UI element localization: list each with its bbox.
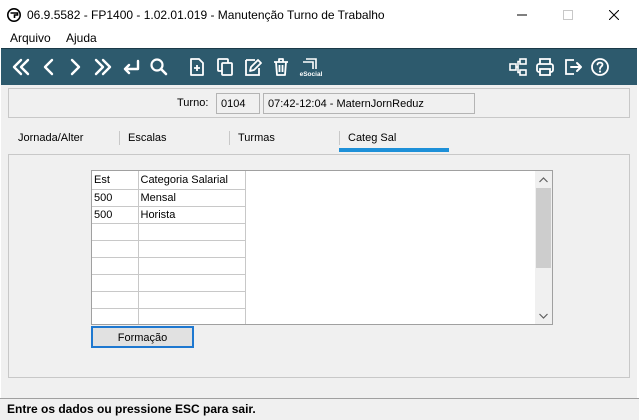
scroll-thumb[interactable] — [536, 188, 551, 268]
column-header-est: Est — [92, 171, 139, 190]
edit-button[interactable] — [241, 55, 265, 79]
status-message: Entre os dados ou pressione ESC para sai… — [7, 402, 256, 416]
esocial-label: eSocial — [300, 71, 323, 78]
title-bar: 06.9.5582 - FP1400 - 1.02.01.019 - Manut… — [0, 0, 639, 30]
chevron-up-icon — [539, 176, 548, 182]
tab-separator — [229, 131, 230, 145]
main-content: Turno: 0104 07:42-12:04 - MaternJornRedu… — [1, 85, 637, 398]
close-icon — [609, 10, 619, 20]
tab-bar: Jornada/Alter Escalas Turmas Categ Sal — [8, 130, 630, 154]
cell-categoria[interactable]: Horista — [138, 206, 246, 224]
categoria-salarial-grid[interactable]: Est Categoria Salarial 500 Mensal 500 Hori… — [91, 170, 553, 325]
table-row[interactable] — [92, 308, 246, 324]
cell-est[interactable]: 500 — [92, 189, 139, 207]
table-row[interactable] — [92, 257, 246, 275]
table-row[interactable] — [92, 240, 246, 258]
turno-panel: Turno: 0104 07:42-12:04 - MaternJornRedu… — [8, 88, 630, 118]
copy-icon — [217, 58, 233, 76]
cell-categoria[interactable] — [138, 274, 246, 292]
search-icon — [150, 58, 168, 76]
scroll-up-button[interactable] — [535, 171, 552, 188]
close-button[interactable] — [591, 0, 637, 30]
tab-separator — [119, 131, 120, 145]
cell-est[interactable]: 500 — [92, 206, 139, 224]
return-icon — [123, 59, 140, 75]
copy-button[interactable] — [213, 55, 237, 79]
active-tab-indicator — [339, 148, 449, 152]
esocial-button[interactable]: eSocial — [297, 55, 325, 79]
window-title: 06.9.5582 - FP1400 - 1.02.01.019 - Manut… — [27, 8, 385, 22]
first-record-icon — [12, 58, 30, 76]
previous-record-button[interactable] — [37, 55, 61, 79]
grid-table: Est Categoria Salarial 500 Mensal 500 Hori… — [92, 171, 246, 324]
tab-jornada-alter[interactable]: Jornada/Alter — [18, 130, 83, 152]
cell-categoria[interactable] — [138, 308, 246, 324]
status-bar: Entre os dados ou pressione ESC para sai… — [0, 398, 639, 420]
print-icon — [536, 58, 554, 76]
tab-separator — [339, 131, 340, 145]
new-document-button[interactable] — [185, 55, 209, 79]
next-record-button[interactable] — [63, 55, 87, 79]
esocial-icon: eSocial — [300, 58, 323, 78]
cell-categoria[interactable] — [138, 257, 246, 275]
turno-code-field[interactable]: 0104 — [216, 93, 260, 114]
tab-escalas[interactable]: Escalas — [128, 130, 167, 152]
turno-description-field: 07:42-12:04 - MaternJornReduz — [263, 93, 475, 114]
vertical-scrollbar[interactable] — [535, 171, 552, 324]
menu-ajuda[interactable]: Ajuda — [66, 31, 97, 45]
help-icon — [591, 58, 609, 76]
new-document-icon — [190, 58, 204, 76]
hierarchy-icon — [509, 58, 527, 76]
next-record-icon — [70, 58, 81, 76]
toolbar: eSocial — [1, 48, 637, 85]
last-record-button[interactable] — [91, 55, 115, 79]
minimize-button[interactable] — [499, 0, 545, 30]
cell-categoria[interactable] — [138, 223, 246, 241]
cell-est[interactable] — [92, 257, 139, 275]
table-row[interactable]: 500 Horista — [92, 206, 246, 224]
cell-est[interactable] — [92, 291, 139, 309]
maximize-icon — [563, 10, 573, 20]
delete-icon — [274, 58, 288, 76]
cell-est[interactable] — [92, 240, 139, 258]
minimize-icon — [517, 14, 527, 16]
exit-button[interactable] — [561, 55, 585, 79]
first-record-button[interactable] — [9, 55, 33, 79]
menu-bar: Arquivo Ajuda — [0, 30, 639, 48]
chevron-down-icon — [539, 313, 548, 319]
table-row[interactable]: 500 Mensal — [92, 189, 246, 207]
grid-header-row: Est Categoria Salarial — [92, 171, 246, 190]
previous-record-icon — [43, 58, 54, 76]
print-button[interactable] — [533, 55, 557, 79]
formacao-button[interactable]: Formação — [91, 326, 194, 348]
return-button[interactable] — [119, 55, 143, 79]
categ-sal-panel: Est Categoria Salarial 500 Mensal 500 Hori… — [8, 154, 630, 378]
menu-arquivo[interactable]: Arquivo — [10, 31, 51, 45]
table-row[interactable] — [92, 223, 246, 241]
search-button[interactable] — [147, 55, 171, 79]
edit-icon — [245, 59, 262, 76]
delete-button[interactable] — [269, 55, 293, 79]
cell-est[interactable] — [92, 308, 139, 324]
turno-label: Turno: — [177, 97, 209, 109]
help-button[interactable] — [588, 55, 612, 79]
column-header-categoria-salarial: Categoria Salarial — [138, 171, 246, 190]
fp-logo-icon — [7, 8, 21, 22]
scroll-down-button[interactable] — [535, 307, 552, 324]
cell-est[interactable] — [92, 274, 139, 292]
cell-categoria[interactable]: Mensal — [138, 189, 246, 207]
maximize-button[interactable] — [545, 0, 591, 30]
table-row[interactable] — [92, 274, 246, 292]
cell-categoria[interactable] — [138, 291, 246, 309]
last-record-icon — [94, 58, 112, 76]
exit-icon — [565, 59, 582, 75]
tab-turmas[interactable]: Turmas — [238, 130, 275, 152]
cell-est[interactable] — [92, 223, 139, 241]
table-row[interactable] — [92, 291, 246, 309]
hierarchy-button[interactable] — [506, 55, 530, 79]
cell-categoria[interactable] — [138, 240, 246, 258]
